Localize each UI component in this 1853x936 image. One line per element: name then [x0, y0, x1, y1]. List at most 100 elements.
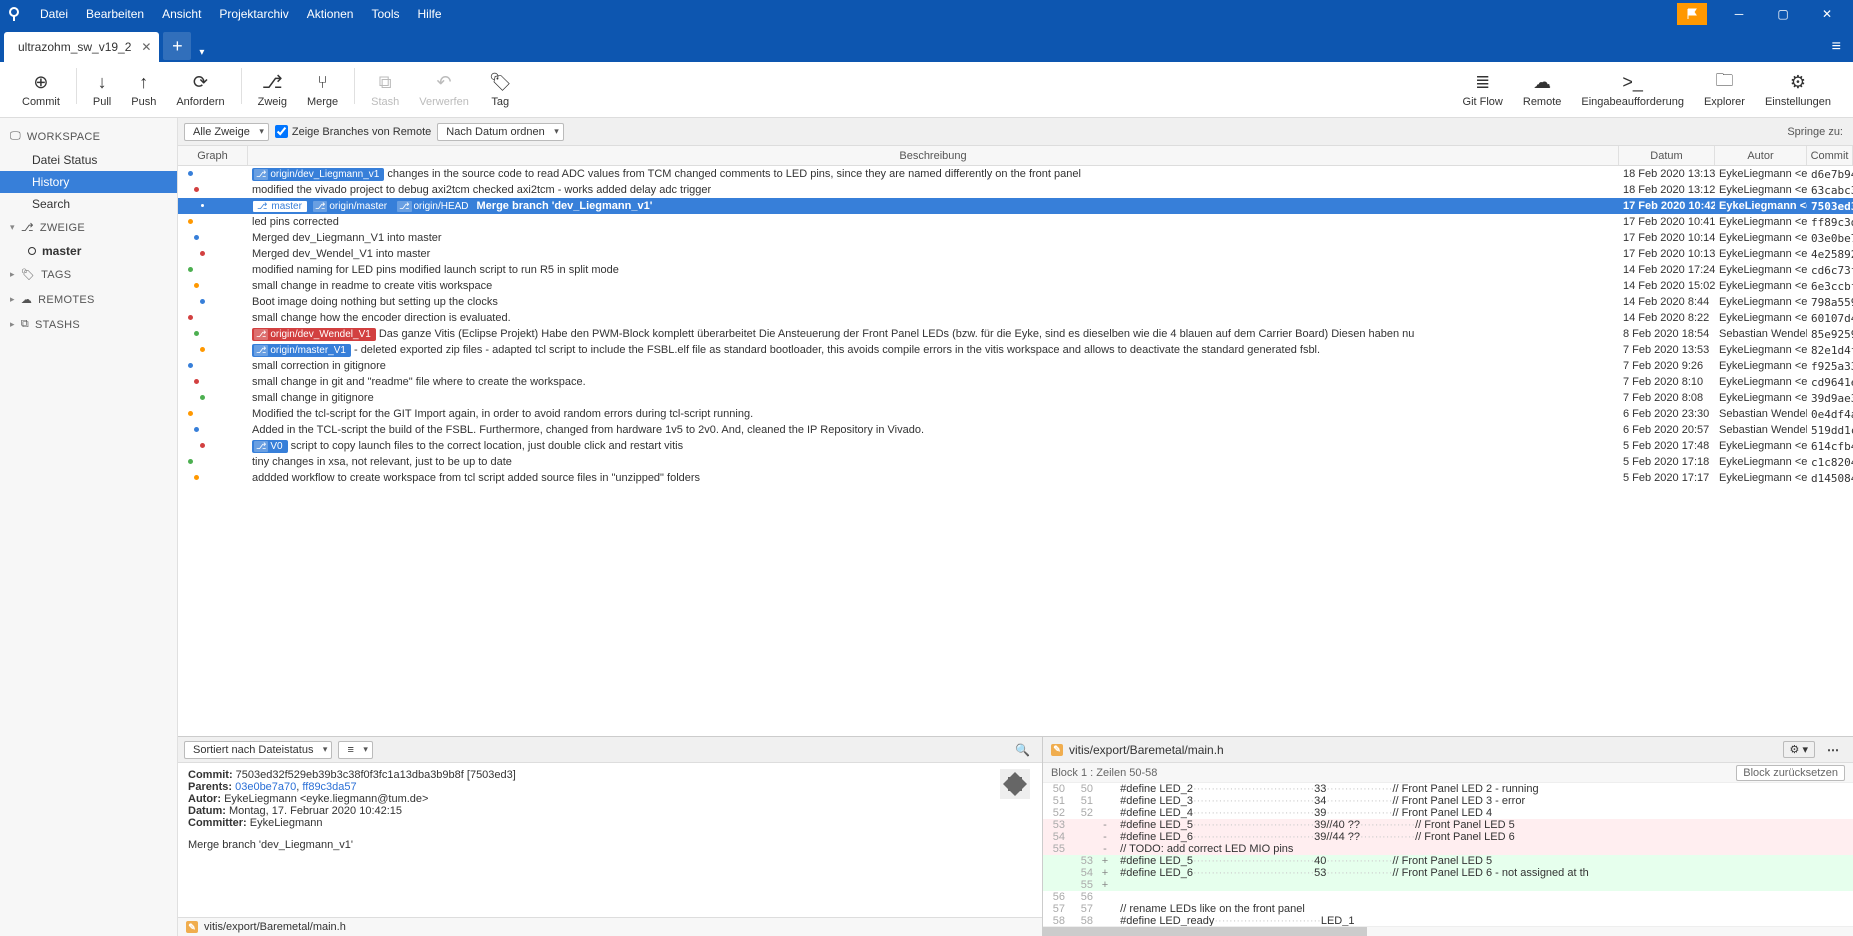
show-remote-checkbox[interactable]: Zeige Branches von Remote — [275, 125, 431, 138]
branch-tag[interactable]: origin/HEAD — [395, 200, 473, 213]
diff-line[interactable]: 53- #define LED_5·······················… — [1043, 819, 1853, 831]
tab-bar: ultrazohm_sw_v19_2 ✕ + ▾ ≡ — [0, 28, 1853, 62]
toolbar-anfordern-button[interactable]: ⟳Anfordern — [166, 68, 234, 112]
reset-block-button[interactable]: Block zurücksetzen — [1736, 765, 1845, 781]
commit-row[interactable]: Modified the tcl-script for the GIT Impo… — [178, 406, 1853, 422]
commit-row[interactable]: V0script to copy launch files to the cor… — [178, 438, 1853, 454]
commit-row[interactable]: masterorigin/masterorigin/HEADMerge bran… — [178, 198, 1853, 214]
menu-projektarchiv[interactable]: Projektarchiv — [211, 3, 296, 25]
commit-row[interactable]: small change in gitignore7 Feb 2020 8:08… — [178, 390, 1853, 406]
sidebar-tags-header[interactable]: ▸🏷TAGS — [0, 262, 177, 287]
close-button[interactable]: ✕ — [1805, 0, 1849, 28]
commit-row[interactable]: Boot image doing nothing but setting up … — [178, 294, 1853, 310]
commit-row[interactable]: modified naming for LED pins modified la… — [178, 262, 1853, 278]
diff-line[interactable]: 5050 #define LED_2······················… — [1043, 783, 1853, 795]
toolbar-remote-button[interactable]: ☁Remote — [1513, 68, 1572, 112]
diff-settings-button[interactable]: ⚙ ▾ — [1783, 741, 1815, 758]
sidebar-item-datei-status[interactable]: Datei Status — [0, 149, 177, 171]
diff-line[interactable]: 5757 // rename LEDs like on the front pa… — [1043, 903, 1853, 915]
commit-row[interactable]: small correction in gitignore7 Feb 2020 … — [178, 358, 1853, 374]
col-desc[interactable]: Beschreibung — [248, 146, 1619, 165]
commit-row[interactable]: addded workflow to create workspace from… — [178, 470, 1853, 486]
diff-line[interactable]: 54- #define LED_6·······················… — [1043, 831, 1853, 843]
minimize-button[interactable]: ─ — [1717, 0, 1761, 28]
commit-row[interactable]: origin/dev_Wendel_V1Das ganze Vitis (Ecl… — [178, 326, 1853, 342]
branch-tag[interactable]: origin/dev_Wendel_V1 — [252, 328, 376, 341]
tab-close-icon[interactable]: ✕ — [141, 40, 151, 54]
repo-tab[interactable]: ultrazohm_sw_v19_2 ✕ — [4, 32, 159, 62]
diff-line[interactable]: 5151 #define LED_3······················… — [1043, 795, 1853, 807]
commit-row[interactable]: small change in git and "readme" file wh… — [178, 374, 1853, 390]
toolbar-commit-button[interactable]: ⊕Commit — [12, 68, 70, 112]
sidebar-remotes-header[interactable]: ▸☁REMOTES — [0, 287, 177, 312]
menu-aktionen[interactable]: Aktionen — [299, 3, 362, 25]
toolbar-tag-button[interactable]: 🏷Tag — [479, 68, 522, 112]
sidebar-branches-header[interactable]: ▾⎇ZWEIGE — [0, 215, 177, 240]
sidebar-branch-master[interactable]: master — [0, 240, 177, 262]
file-list-item[interactable]: ✎vitis/export/Baremetal/main.h — [178, 917, 1042, 936]
commit-row[interactable]: small change in readme to create vitis w… — [178, 278, 1853, 294]
col-commit[interactable]: Commit — [1807, 146, 1853, 165]
toolbar-merge-button[interactable]: ⑂Merge — [297, 68, 348, 112]
commit-row[interactable]: modified the vivado project to debug axi… — [178, 182, 1853, 198]
col-date[interactable]: Datum — [1619, 146, 1715, 165]
search-icon[interactable]: 🔍 — [1009, 743, 1036, 757]
branch-filter-dropdown[interactable]: Alle Zweige — [184, 123, 269, 141]
branch-tag[interactable]: master — [252, 200, 308, 213]
view-mode-dropdown[interactable]: ≡ — [338, 741, 372, 759]
menu-ansicht[interactable]: Ansicht — [154, 3, 209, 25]
menu-hilfe[interactable]: Hilfe — [410, 3, 450, 25]
menu-datei[interactable]: Datei — [32, 3, 76, 25]
diff-view[interactable]: 5050 #define LED_2······················… — [1043, 783, 1853, 926]
commit-row[interactable]: Merged dev_Liegmann_V1 into master17 Feb… — [178, 230, 1853, 246]
diff-line[interactable]: 5252 #define LED_4······················… — [1043, 807, 1853, 819]
diff-hscrollbar[interactable] — [1043, 926, 1853, 936]
toolbar-git flow-button[interactable]: ≣Git Flow — [1453, 68, 1513, 112]
sidebar-stashes-header[interactable]: ▸⧉STASHS — [0, 312, 177, 337]
branch-tag[interactable]: origin/master_V1 — [252, 344, 351, 357]
menu-tools[interactable]: Tools — [363, 3, 407, 25]
commit-icon: ⊕ — [33, 72, 48, 94]
menu-bearbeiten[interactable]: Bearbeiten — [78, 3, 152, 25]
toolbar-einstellungen-button[interactable]: ⚙Einstellungen — [1755, 68, 1841, 112]
sort-dropdown[interactable]: Nach Datum ordnen — [437, 123, 563, 141]
diff-line[interactable]: 5858 #define LED_ready··················… — [1043, 915, 1853, 926]
toolbar-pull-button[interactable]: ↓Pull — [83, 68, 121, 112]
toolbar-explorer-button[interactable]: 🗀Explorer — [1694, 68, 1755, 112]
commit-row[interactable]: small change how the encoder direction i… — [178, 310, 1853, 326]
diff-line[interactable]: 54+ #define LED_6·······················… — [1043, 867, 1853, 879]
hamburger-icon[interactable]: ≡ — [1820, 38, 1853, 62]
sidebar-item-history[interactable]: History — [0, 171, 177, 193]
col-graph[interactable]: Graph — [178, 146, 248, 165]
toolbar-eingabeaufforderung-button[interactable]: >_Eingabeaufforderung — [1571, 68, 1694, 112]
commit-message: Merge branch 'dev_Liegmann_v1' — [188, 839, 1032, 851]
parent-link-1[interactable]: 03e0be7a70 — [235, 781, 296, 793]
parent-link-2[interactable]: ff89c3da57 — [302, 781, 356, 793]
sidebar-workspace-header[interactable]: 🖵WORKSPACE — [0, 124, 177, 149]
maximize-button[interactable]: ▢ — [1761, 0, 1805, 28]
diff-line[interactable]: 53+ #define LED_5·······················… — [1043, 855, 1853, 867]
branch-tag[interactable]: origin/master — [311, 200, 392, 213]
new-tab-button[interactable]: + — [163, 32, 191, 60]
branch-tag[interactable]: V0 — [252, 440, 288, 453]
diff-line[interactable]: 5656 — [1043, 891, 1853, 903]
commit-row[interactable]: origin/master_V1- deleted exported zip f… — [178, 342, 1853, 358]
commit-row[interactable]: Added in the TCL-script the build of the… — [178, 422, 1853, 438]
toolbar-push-button[interactable]: ↑Push — [121, 68, 166, 112]
notification-flag-icon[interactable] — [1677, 3, 1707, 25]
commit-row[interactable]: led pins corrected17 Feb 2020 10:41EykeL… — [178, 214, 1853, 230]
commit-list[interactable]: origin/dev_Liegmann_v1changes in the sou… — [178, 166, 1853, 736]
tab-more-icon[interactable]: ▾ — [193, 47, 210, 62]
commit-row[interactable]: origin/dev_Liegmann_v1changes in the sou… — [178, 166, 1853, 182]
diff-line[interactable]: 55- // TODO: add correct LED MIO pins — [1043, 843, 1853, 855]
branch-tag[interactable]: origin/dev_Liegmann_v1 — [252, 168, 384, 181]
tag-icon: 🏷 — [489, 72, 512, 94]
file-sort-dropdown[interactable]: Sortiert nach Dateistatus — [184, 741, 332, 759]
toolbar-zweig-button[interactable]: ⎇Zweig — [248, 68, 297, 112]
commit-row[interactable]: Merged dev_Wendel_V1 into master17 Feb 2… — [178, 246, 1853, 262]
commit-row[interactable]: tiny changes in xsa, not relevant, just … — [178, 454, 1853, 470]
diff-line[interactable]: 55+ — [1043, 879, 1853, 891]
diff-more-icon[interactable]: ⋯ — [1821, 743, 1845, 757]
sidebar-item-search[interactable]: Search — [0, 193, 177, 215]
col-author[interactable]: Autor — [1715, 146, 1807, 165]
